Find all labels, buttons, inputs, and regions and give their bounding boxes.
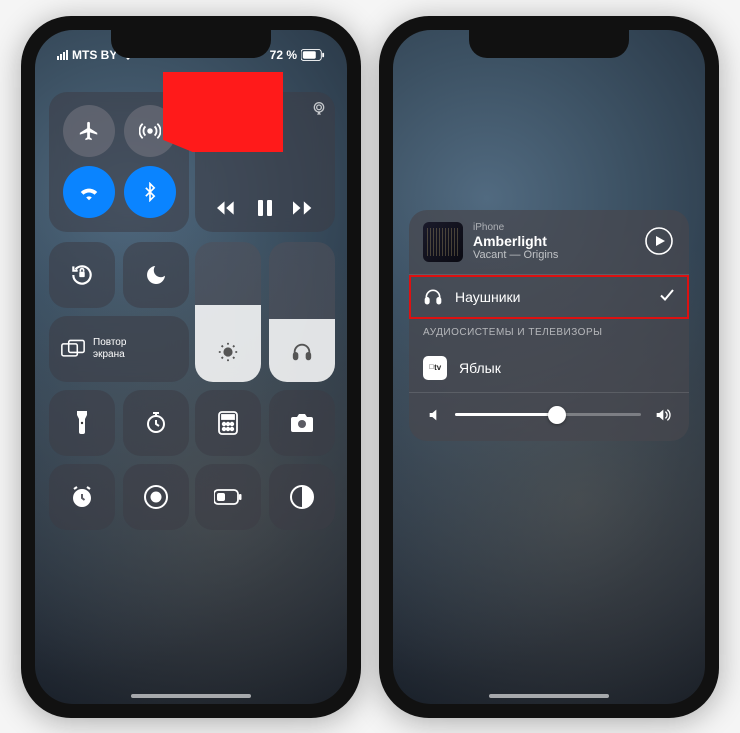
do-not-disturb-tile[interactable] <box>123 242 189 308</box>
airplay-icon[interactable] <box>311 100 327 121</box>
screen-mirroring-tile[interactable]: Повтор экрана <box>49 316 189 382</box>
phone-left: MTS BY 72 % <box>21 16 361 718</box>
record-icon <box>143 484 169 510</box>
checkmark-icon <box>659 287 675 306</box>
now-playing-title: Amberlight <box>207 102 323 117</box>
airplane-icon <box>78 120 100 142</box>
volume-row <box>409 393 689 441</box>
camera-tile[interactable] <box>269 390 335 456</box>
play-icon <box>645 227 673 255</box>
album-art <box>423 222 463 262</box>
volume-slider[interactable] <box>269 242 335 382</box>
control-center: Amberlight Vacant <box>47 86 335 692</box>
headphones-icon <box>423 287 443 307</box>
flashlight-icon <box>73 411 91 435</box>
wifi-icon <box>78 181 100 203</box>
volume-slider[interactable] <box>455 413 641 416</box>
brightness-slider[interactable] <box>195 242 261 382</box>
bluetooth-toggle[interactable] <box>124 166 176 218</box>
timer-tile[interactable] <box>123 390 189 456</box>
now-playing-meta: iPhone Amberlight Vacant — Origins <box>473 222 635 261</box>
now-playing-source: iPhone <box>473 222 635 233</box>
connectivity-tile[interactable] <box>49 92 189 232</box>
appletv-icon: tv <box>423 356 447 380</box>
pause-button[interactable] <box>258 199 272 222</box>
flashlight-tile[interactable] <box>49 390 115 456</box>
calculator-icon <box>218 411 238 435</box>
low-power-icon <box>214 489 242 505</box>
status-right: 72 % <box>270 48 325 62</box>
screen-mirroring-label: Повтор экрана <box>93 337 126 361</box>
phone-right: iPhone Amberlight Vacant — Origins Наушн… <box>379 16 719 718</box>
screen-right: iPhone Amberlight Vacant — Origins Наушн… <box>393 30 705 704</box>
airplane-mode-toggle[interactable] <box>63 105 115 157</box>
bluetooth-icon <box>140 182 160 202</box>
cellular-signal-icon <box>57 50 68 60</box>
notch <box>469 30 629 58</box>
audio-output-panel[interactable]: iPhone Amberlight Vacant — Origins Наушн… <box>409 210 689 441</box>
now-playing-row[interactable]: iPhone Amberlight Vacant — Origins <box>409 210 689 274</box>
alarm-tile[interactable] <box>49 464 115 530</box>
battery-percent: 72 % <box>270 48 297 62</box>
low-power-mode-tile[interactable] <box>195 464 261 530</box>
now-playing-subtitle: Vacant — Origins <box>473 249 635 261</box>
antenna-icon <box>139 120 161 142</box>
wifi-toggle[interactable] <box>63 166 115 218</box>
cellular-data-toggle[interactable] <box>124 105 176 157</box>
camera-icon <box>290 413 314 433</box>
volume-fill <box>455 413 557 416</box>
dark-mode-tile[interactable] <box>269 464 335 530</box>
output-headphones-label: Наушники <box>455 289 520 305</box>
headphones-icon <box>291 341 313 368</box>
now-playing-tile[interactable]: Amberlight Vacant <box>195 92 335 232</box>
orientation-lock-tile[interactable] <box>49 242 115 308</box>
screen-recording-tile[interactable] <box>123 464 189 530</box>
screen-left: MTS BY 72 % <box>35 30 347 704</box>
screen-mirroring-icon <box>61 339 85 359</box>
home-indicator[interactable] <box>489 694 609 698</box>
output-headphones-row[interactable]: Наушники <box>409 275 689 319</box>
now-playing-title: Amberlight <box>473 233 635 249</box>
previous-track-button[interactable] <box>217 199 237 222</box>
timer-icon <box>144 411 168 435</box>
alarm-clock-icon <box>70 485 94 509</box>
now-playing-artist: Vacant <box>207 119 323 131</box>
brightness-icon <box>217 341 239 368</box>
calculator-tile[interactable] <box>195 390 261 456</box>
output-appletv-label: Яблык <box>459 360 501 376</box>
volume-thumb[interactable] <box>548 406 566 424</box>
media-controls <box>207 199 323 222</box>
notch <box>111 30 271 58</box>
battery-icon <box>301 49 325 61</box>
appearance-icon <box>289 484 315 510</box>
volume-low-icon <box>427 407 443 423</box>
audio-section-header: АУДИОСИСТЕМЫ И ТЕЛЕВИЗОРЫ <box>409 319 689 344</box>
moon-icon <box>144 263 168 287</box>
orientation-lock-icon <box>69 262 95 288</box>
volume-high-icon <box>653 407 671 423</box>
next-track-button[interactable] <box>293 199 313 222</box>
play-pause-button[interactable] <box>645 227 675 257</box>
carrier-label: MTS BY <box>72 48 117 62</box>
now-playing-meta: Amberlight Vacant <box>207 102 323 131</box>
output-appletv-row[interactable]: tv Яблык <box>409 344 689 392</box>
home-indicator[interactable] <box>131 694 251 698</box>
